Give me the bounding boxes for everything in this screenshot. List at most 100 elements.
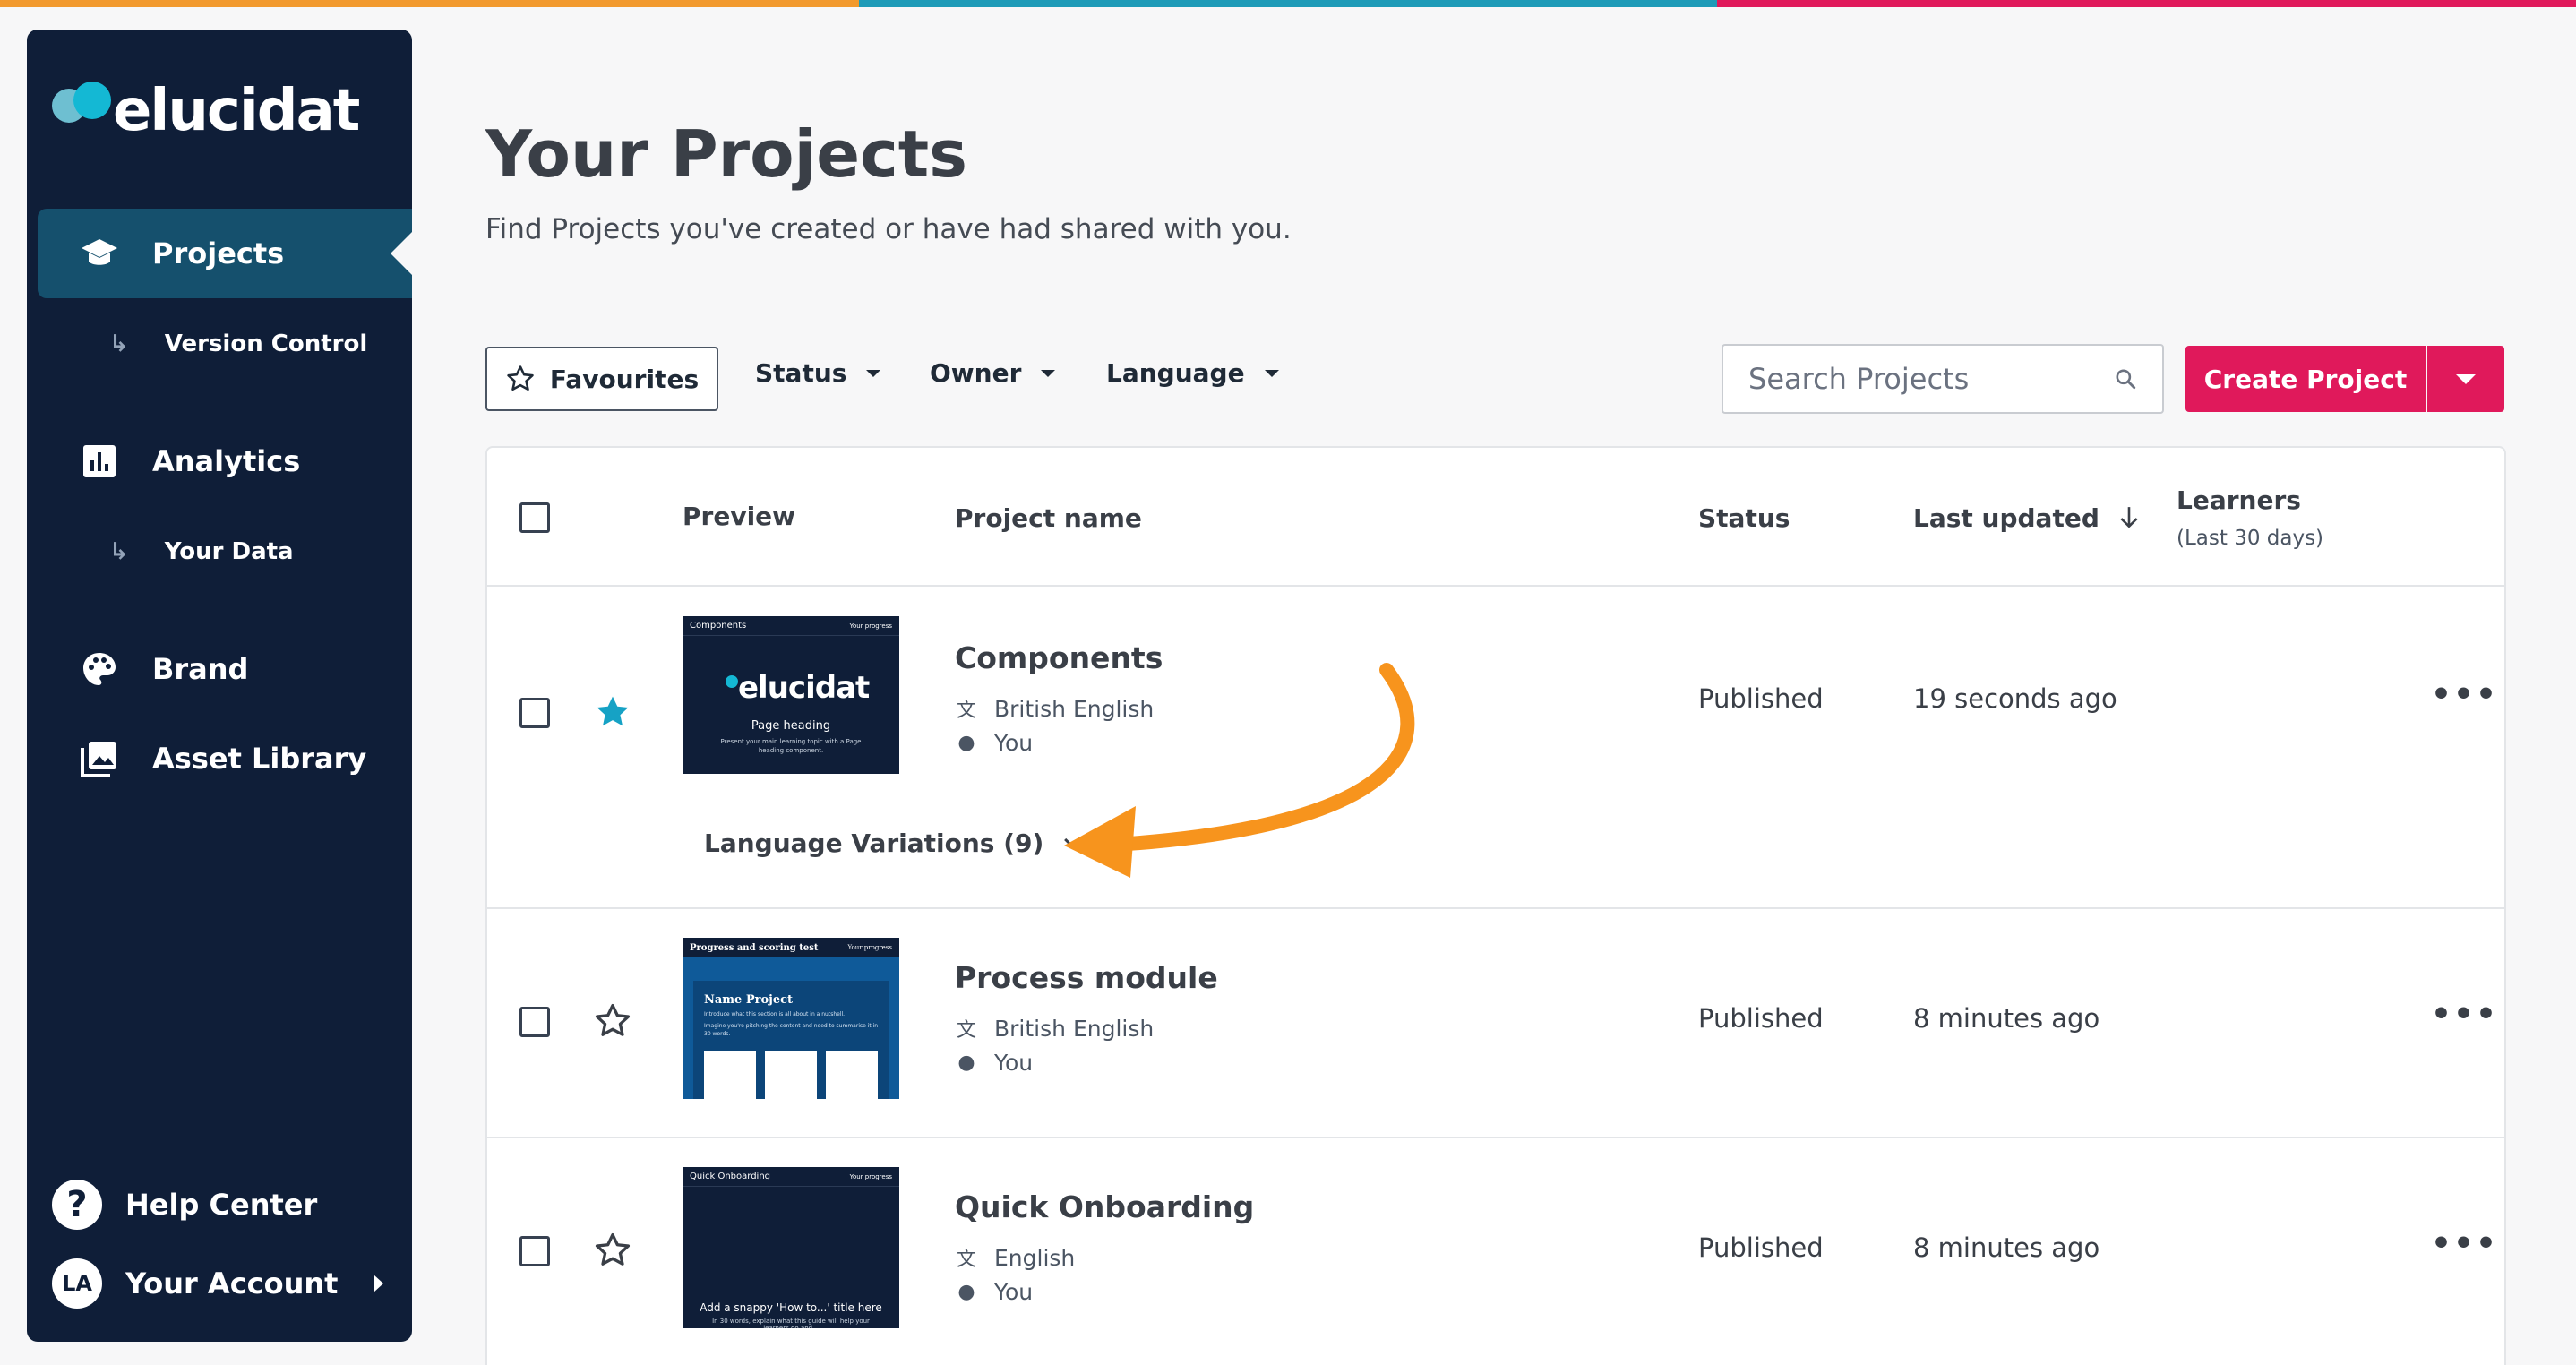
status-value: Published bbox=[1698, 683, 1824, 714]
sidebar-subitem-label: Version Control bbox=[164, 331, 368, 357]
column-header-project-name[interactable]: Project name bbox=[955, 503, 1142, 533]
table-row[interactable]: Components Your progress elucidat Page h… bbox=[487, 587, 2504, 909]
palette-icon bbox=[77, 647, 122, 691]
project-thumbnail[interactable]: Components Your progress elucidat Page h… bbox=[683, 616, 899, 774]
owner-value: You bbox=[994, 1050, 1034, 1076]
table-row[interactable]: Progress and scoring test Your progress … bbox=[487, 909, 2504, 1138]
help-icon: ? bbox=[52, 1180, 102, 1230]
project-thumbnail[interactable]: Quick Onboarding Your progress Add a sna… bbox=[683, 1167, 899, 1328]
column-header-last-updated[interactable]: Last updated bbox=[1913, 503, 2141, 533]
favourites-label: Favourites bbox=[549, 364, 700, 394]
sidebar-item-analytics[interactable]: Analytics bbox=[38, 416, 412, 506]
sub-arrow-icon: ↳ bbox=[109, 331, 129, 357]
language-filter-dropdown[interactable]: Language bbox=[1106, 358, 1279, 388]
caret-down-icon bbox=[866, 369, 881, 377]
caret-down-icon bbox=[1264, 369, 1279, 377]
thumb-header-right: Your progress bbox=[849, 622, 892, 630]
column-header-label: Last updated bbox=[1913, 503, 2099, 533]
status-filter-dropdown[interactable]: Status bbox=[755, 358, 881, 388]
thumb-header: Quick Onboarding bbox=[690, 1172, 771, 1181]
sidebar-subitem-your-data[interactable]: ↳ Your Data bbox=[109, 538, 294, 565]
filter-label: Status bbox=[755, 358, 847, 388]
caret-right-icon bbox=[374, 1275, 384, 1292]
status-value: Published bbox=[1698, 1003, 1824, 1034]
star-outline-icon[interactable] bbox=[593, 1231, 632, 1270]
last-updated-value: 19 seconds ago bbox=[1913, 683, 2117, 714]
filter-label: Owner bbox=[930, 358, 1022, 388]
column-header-learners[interactable]: Learners bbox=[2177, 485, 2301, 515]
thumb-caption-2: Imagine you're pitching the content and … bbox=[704, 1023, 879, 1037]
sub-arrow-icon: ↳ bbox=[109, 538, 129, 565]
column-header-status[interactable]: Status bbox=[1698, 503, 1790, 533]
row-checkbox[interactable] bbox=[519, 1236, 550, 1266]
project-name-link[interactable]: Components bbox=[955, 640, 1163, 675]
project-language: 文 British English bbox=[955, 1014, 1154, 1043]
bar-chart-icon bbox=[77, 439, 122, 484]
create-project-button[interactable]: Create Project bbox=[2185, 346, 2426, 412]
translate-icon: 文 bbox=[956, 1249, 976, 1271]
thumb-header-right: Your progress bbox=[847, 944, 892, 951]
create-project-dropdown[interactable] bbox=[2427, 346, 2504, 412]
more-options-icon[interactable]: ••• bbox=[2431, 1225, 2498, 1262]
page-subtitle: Find Projects you've created or have had… bbox=[485, 213, 1292, 245]
help-center-label: Help Center bbox=[125, 1188, 318, 1222]
your-account-label: Your Account bbox=[125, 1266, 339, 1301]
last-updated-value: 8 minutes ago bbox=[1913, 1232, 2100, 1263]
thumb-caption: Introduce what this section is all about… bbox=[704, 1011, 846, 1017]
owner-value: You bbox=[994, 1279, 1034, 1305]
page-title: Your Projects bbox=[485, 116, 968, 192]
sidebar-item-asset-library[interactable]: Asset Library bbox=[38, 714, 412, 803]
project-name-link[interactable]: Quick Onboarding bbox=[955, 1189, 1254, 1224]
thumb-heading: Page heading bbox=[751, 719, 831, 733]
project-language: 文 British English bbox=[955, 694, 1154, 723]
more-options-icon[interactable]: ••• bbox=[2431, 676, 2498, 713]
select-all-checkbox[interactable] bbox=[519, 502, 550, 533]
caret-down-icon bbox=[2456, 373, 2476, 384]
thumb-header: Components bbox=[690, 621, 747, 631]
column-header-learners-sub: (Last 30 days) bbox=[2177, 527, 2324, 550]
star-outline-icon[interactable] bbox=[593, 1001, 632, 1041]
language-variations-toggle[interactable]: Language Variations (9) bbox=[704, 828, 1083, 858]
table-header: Preview Project name Status Last updated… bbox=[487, 448, 2504, 587]
thumb-title: Name Project bbox=[704, 993, 794, 1007]
sidebar-item-brand[interactable]: Brand bbox=[38, 624, 412, 714]
table-row[interactable]: Quick Onboarding Your progress Add a sna… bbox=[487, 1138, 2504, 1365]
person-icon: ● bbox=[957, 1281, 975, 1303]
sidebar-subitem-version-control[interactable]: ↳ Version Control bbox=[109, 331, 367, 357]
row-checkbox[interactable] bbox=[519, 1007, 550, 1037]
translate-icon: 文 bbox=[956, 1019, 976, 1042]
project-language: 文 English bbox=[955, 1243, 1075, 1272]
sidebar-item-projects[interactable]: Projects bbox=[38, 209, 412, 298]
thumb-logo: elucidat bbox=[738, 670, 870, 706]
sidebar-item-label: Asset Library bbox=[152, 742, 367, 776]
star-filled-icon[interactable] bbox=[593, 692, 632, 732]
chevron-down-icon bbox=[1064, 830, 1083, 849]
your-account-menu[interactable]: LA Your Account bbox=[52, 1258, 384, 1309]
search-icon[interactable] bbox=[2114, 367, 2137, 391]
language-value: British English bbox=[994, 695, 1155, 722]
star-outline-icon bbox=[507, 365, 534, 391]
project-owner: ● You bbox=[955, 730, 1033, 756]
row-checkbox[interactable] bbox=[519, 698, 550, 728]
project-name-link[interactable]: Process module bbox=[955, 960, 1218, 995]
language-value: English bbox=[994, 1244, 1076, 1271]
arrow-down-icon bbox=[2120, 507, 2138, 528]
person-icon: ● bbox=[957, 732, 975, 754]
elucidat-logo[interactable]: elucidat bbox=[47, 47, 387, 146]
last-updated-value: 8 minutes ago bbox=[1913, 1003, 2100, 1034]
image-library-icon bbox=[77, 736, 122, 781]
projects-table: Preview Project name Status Last updated… bbox=[485, 446, 2506, 1365]
person-icon: ● bbox=[957, 1052, 975, 1074]
search-input[interactable] bbox=[1748, 362, 2114, 396]
help-center-link[interactable]: ? Help Center bbox=[52, 1180, 317, 1230]
project-owner: ● You bbox=[955, 1050, 1033, 1076]
translate-icon: 文 bbox=[956, 700, 976, 722]
owner-filter-dropdown[interactable]: Owner bbox=[930, 358, 1056, 388]
more-options-icon[interactable]: ••• bbox=[2431, 996, 2498, 1033]
thumb-caption: In 30 words, explain what this guide wil… bbox=[712, 1318, 870, 1328]
sidebar-item-label: Analytics bbox=[152, 444, 301, 478]
sidebar-subitem-label: Your Data bbox=[164, 538, 294, 565]
favourites-button[interactable]: Favourites bbox=[485, 347, 718, 411]
search-projects-field[interactable] bbox=[1722, 344, 2164, 414]
project-thumbnail[interactable]: Progress and scoring test Your progress … bbox=[683, 938, 899, 1099]
